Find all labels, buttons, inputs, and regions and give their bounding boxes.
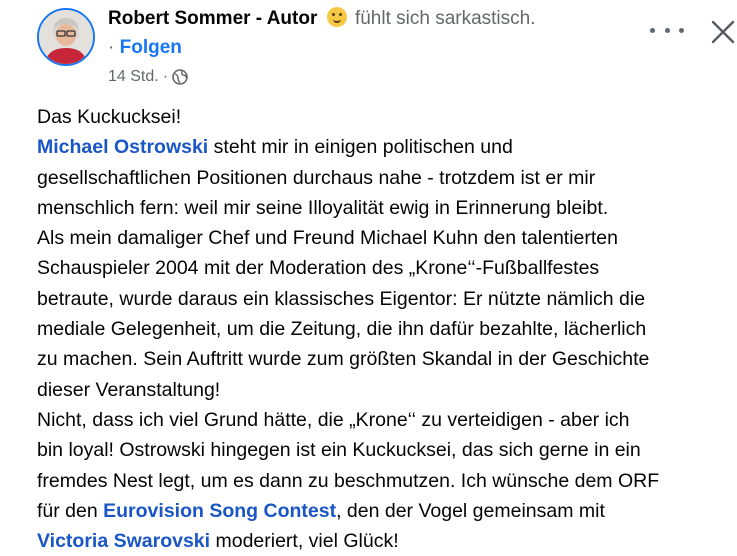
- text-line: dieser Veranstaltung!: [37, 378, 221, 401]
- timestamp-separator: ·: [162, 68, 169, 85]
- text-line: zu machen. Sein Auftritt wurde zum größt…: [37, 348, 650, 371]
- post-header: Robert Sommer - Autor fühlt sich sarkast…: [108, 7, 536, 31]
- author-name[interactable]: Robert Sommer - Autor: [108, 8, 317, 29]
- text-line: menschlich fern: weil mir seine Illoyali…: [37, 196, 609, 219]
- text-line: Das Kuckucksei!: [37, 106, 182, 128]
- text-line: Nicht, dass ich viel Grund hätte, die „K…: [37, 408, 630, 431]
- text-line: Michael Ostrowski steht mir in einigen p…: [37, 132, 737, 162]
- globe-icon[interactable]: [172, 69, 188, 85]
- text-line: gesellschaftlichen Positionen durchaus n…: [37, 166, 596, 189]
- text-segment: , den der Vogel gemeinsam mit: [336, 499, 605, 522]
- post-meta: 14 Std. ·: [108, 67, 188, 87]
- timestamp[interactable]: 14 Std.: [108, 67, 159, 87]
- text-line: Schauspieler 2004 mit der Moderation des…: [37, 257, 600, 280]
- follow-button[interactable]: Folgen: [120, 37, 182, 58]
- mention-link[interactable]: Victoria Swarovski: [37, 530, 210, 552]
- text-segment: steht mir in einigen politischen und: [208, 136, 513, 159]
- mention-link[interactable]: Michael Ostrowski: [37, 136, 208, 158]
- text-line: Als mein damaliger Chef und Freund Micha…: [37, 227, 619, 250]
- text-line: für den Eurovision Song Contest, den der…: [37, 496, 737, 526]
- author-avatar[interactable]: [37, 8, 95, 66]
- text-line: bin loyal! Ostrowski hingegen ist ein Ku…: [37, 439, 641, 462]
- more-options-icon[interactable]: [650, 18, 684, 42]
- close-icon[interactable]: [709, 16, 737, 44]
- text-line: fremdes Nest legt, um es dann zu beschmu…: [37, 469, 660, 492]
- feeling-text: fühlt sich sarkastisch.: [354, 8, 536, 29]
- text-segment: für den: [37, 499, 104, 522]
- text-line: mediale Gelegenheit, um die Zeitung, die…: [37, 318, 647, 341]
- smirk-emoji-icon: [326, 7, 347, 27]
- text-line: betraute, wurde daraus ein klassisches E…: [37, 287, 646, 310]
- text-segment: moderiert, viel Glück!: [210, 530, 399, 553]
- post-text: Das Kuckucksei! Michael Ostrowski steht …: [37, 102, 737, 556]
- follow-row: · Folgen: [108, 36, 182, 60]
- mention-link[interactable]: Eurovision Song Contest: [103, 500, 336, 522]
- separator: ·: [108, 37, 115, 58]
